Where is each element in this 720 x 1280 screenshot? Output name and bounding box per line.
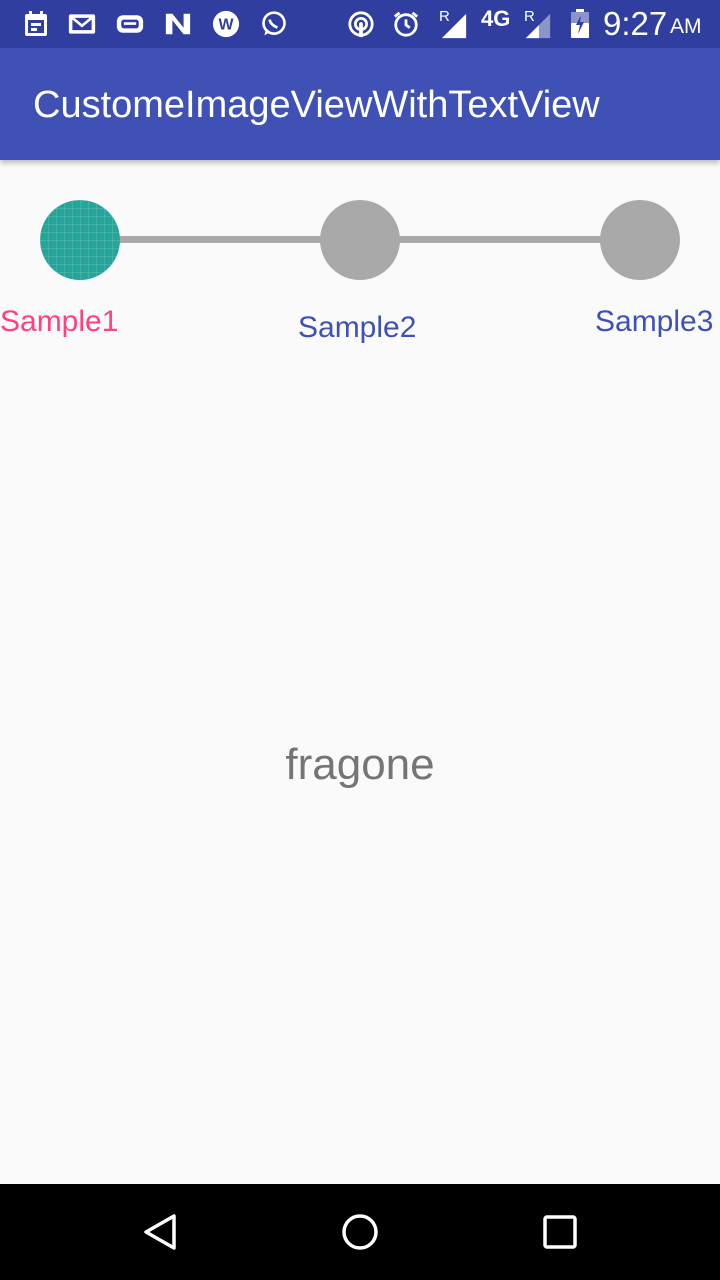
step-3-indicator[interactable]: [600, 200, 680, 280]
step-connector-2: [398, 236, 602, 243]
signal-icon-2: [524, 12, 552, 40]
home-icon[interactable]: [336, 1208, 384, 1256]
network-type-label: 4G: [481, 6, 511, 31]
step-1-label[interactable]: Sample1: [0, 305, 118, 339]
app-title: CustomeImageViewWithTextView: [33, 84, 600, 126]
status-bar: W R 4G R 9:27 AM: [0, 0, 720, 48]
navigation-bar: [0, 1184, 720, 1280]
w-icon: W: [212, 10, 240, 38]
battery-icon: [566, 9, 594, 38]
step-3-label[interactable]: Sample3: [595, 305, 713, 339]
n-icon: [164, 10, 192, 38]
alarm-icon: [392, 10, 420, 38]
gmail-icon: [68, 10, 96, 38]
app-bar: CustomeImageViewWithTextView: [0, 48, 720, 160]
clock-time: 9:27: [603, 5, 668, 42]
clock-ampm: AM: [670, 15, 702, 38]
hotspot-icon: [347, 10, 375, 38]
signal-icon: [440, 12, 468, 40]
step-connector-1: [118, 236, 322, 243]
recents-icon[interactable]: [536, 1208, 584, 1256]
svg-text:W: W: [219, 17, 234, 34]
step-1-indicator[interactable]: [40, 200, 120, 280]
whatsapp-icon: [260, 10, 288, 38]
calendar-icon: [22, 10, 50, 38]
fragment-text: fragone: [285, 740, 435, 789]
messenger-icon: [116, 10, 144, 38]
step-2-indicator[interactable]: [320, 200, 400, 280]
back-icon[interactable]: [136, 1208, 184, 1256]
stepper: Sample1 Sample2 Sample3: [0, 160, 720, 360]
step-2-label[interactable]: Sample2: [298, 311, 416, 345]
